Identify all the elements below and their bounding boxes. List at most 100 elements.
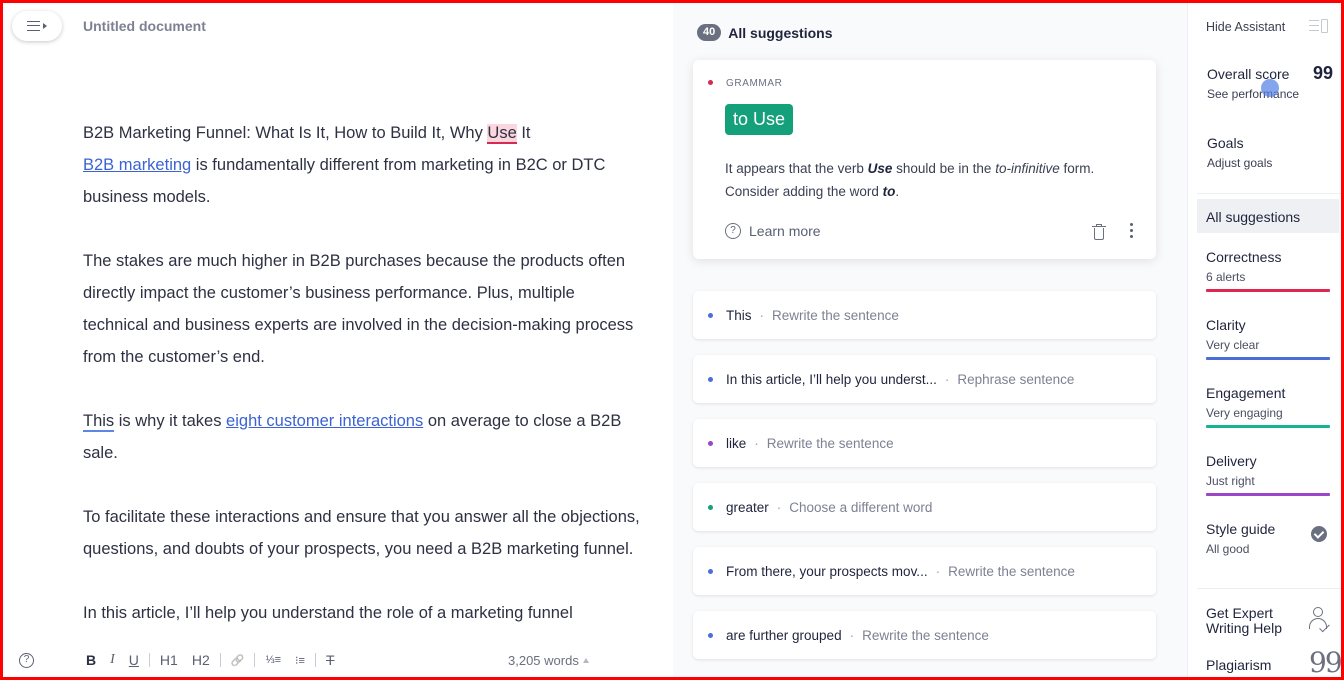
suggestion-item[interactable]: From there, your prospects mov... · Rewrit… (693, 547, 1156, 595)
accept-fix-button[interactable]: to Use (725, 104, 794, 135)
adjust-goals-link[interactable]: Adjust goals (1207, 156, 1272, 170)
category-dot (708, 440, 713, 446)
more-options-icon[interactable] (1130, 223, 1134, 238)
message-text: should be in the (892, 161, 996, 176)
panel-toggle-icon[interactable] (1309, 19, 1329, 33)
category-clarity[interactable]: Clarity Very clear (1206, 317, 1330, 360)
check-circle-icon (1311, 526, 1327, 542)
message-add-word: to (882, 184, 896, 199)
category-style-guide[interactable]: Style guide All good (1206, 521, 1330, 556)
mouse-cursor-indicator (1261, 79, 1279, 97)
caret-right-icon (43, 23, 47, 29)
suggestion-hint: Rewrite the sentence (766, 435, 894, 451)
category-bar (1206, 289, 1330, 292)
suggestions-pane: 40 All suggestions GRAMMAR to Use It app… (673, 3, 1187, 677)
editor-pane: Untitled document B2B Marketing Funnel: … (3, 3, 673, 677)
suggestion-item[interactable]: In this article, I’ll help you underst..… (693, 355, 1156, 403)
category-bar (1206, 493, 1330, 496)
italic-button[interactable]: I (103, 652, 122, 668)
category-dot (708, 632, 713, 638)
document-title[interactable]: Untitled document (83, 18, 206, 34)
paragraph[interactable]: To facilitate these interactions and ens… (83, 501, 643, 565)
plagiarism-quote-icon[interactable]: 99 (1309, 649, 1341, 677)
suggestion-item[interactable]: greater · Choose a different word (693, 483, 1156, 531)
divider (1197, 588, 1341, 589)
separator: · (935, 563, 941, 579)
document-body[interactable]: B2B Marketing Funnel: What Is It, How to… (83, 117, 643, 661)
link-eight-customer-interactions[interactable]: eight customer interactions (226, 412, 423, 430)
category-label: Delivery (1206, 453, 1257, 469)
active-suggestion-card[interactable]: GRAMMAR to Use It appears that the verb … (693, 60, 1156, 259)
separator: · (849, 627, 855, 643)
help-icon[interactable]: ? (19, 653, 34, 668)
learn-more-label: Learn more (749, 223, 821, 239)
expert-person-icon[interactable] (1309, 607, 1333, 633)
question-icon: ? (725, 223, 741, 239)
suggestion-list: This · Rewrite the sentence In this article… (693, 291, 1156, 675)
menu-button[interactable] (12, 11, 62, 41)
suggestions-title: All suggestions (728, 24, 833, 41)
heading2-button[interactable]: H2 (185, 652, 217, 668)
plagiarism-button[interactable]: Plagiarism (1206, 657, 1271, 673)
goals[interactable]: Goals Adjust goals (1207, 135, 1272, 170)
format-toolbar: ? B I U H1 H2 🔗 ⅓≡ ⁝≡ T 3,205 words (3, 645, 673, 677)
suggestion-item[interactable]: like · Rewrite the sentence (693, 419, 1156, 467)
text-segment: is why it takes (114, 412, 227, 430)
word-count[interactable]: 3,205 words (508, 653, 589, 668)
bold-button[interactable]: B (79, 652, 103, 668)
suggestion-item[interactable]: are further grouped · Rewrite the sentence (693, 611, 1156, 659)
separator: · (944, 371, 950, 387)
ordered-list-icon[interactable]: ⅓≡ (258, 654, 288, 666)
suggestion-item[interactable]: This · Rewrite the sentence (693, 291, 1156, 339)
category-correctness[interactable]: Correctness 6 alerts (1206, 249, 1330, 292)
suggestion-hint: Rewrite the sentence (862, 627, 989, 643)
paragraph[interactable]: The stakes are much higher in B2B purcha… (83, 245, 643, 373)
suggestion-word: like (726, 435, 747, 451)
suggestion-word: This (726, 307, 752, 323)
link-b2b-marketing[interactable]: B2B marketing (83, 156, 191, 174)
text-segment: B2B Marketing Funnel: What Is It, How to… (83, 124, 488, 142)
clarity-mark-this[interactable]: This (83, 412, 115, 432)
suggestion-hint: Rewrite the sentence (948, 563, 1075, 579)
caret-up-icon (582, 658, 589, 663)
divider (314, 653, 316, 667)
clear-format-icon[interactable]: T (319, 652, 342, 668)
heading1-button[interactable]: H1 (153, 652, 185, 668)
paragraph-partial[interactable]: In this article, I’ll help you understan… (83, 597, 643, 629)
divider (254, 653, 256, 667)
assistant-sidebar: Hide Assistant Overall score 99 See perf… (1187, 3, 1341, 677)
message-word: Use (867, 161, 893, 176)
menu-icon (27, 21, 40, 31)
category-delivery[interactable]: Delivery Just right (1206, 453, 1330, 496)
category-status: Very engaging (1206, 406, 1283, 420)
category-status: Very clear (1206, 338, 1260, 352)
category-label: Clarity (1206, 317, 1246, 333)
grammar-mark-use[interactable]: Use (487, 124, 517, 144)
category-dot (708, 312, 713, 318)
message-text: . (895, 184, 900, 199)
format-buttons: B I U H1 H2 🔗 ⅓≡ ⁝≡ T (79, 652, 342, 668)
category-bar (1206, 357, 1330, 360)
category-dot (708, 504, 713, 510)
underline-button[interactable]: U (122, 652, 146, 668)
suggestion-hint: Rewrite the sentence (772, 307, 899, 323)
divider (1197, 193, 1341, 194)
all-suggestions-tab[interactable]: All suggestions (1197, 199, 1339, 233)
divider (148, 653, 150, 667)
suggestion-category: GRAMMAR (726, 78, 783, 89)
expert-help-button[interactable]: Get Expert Writing Help (1206, 606, 1282, 636)
learn-more-link[interactable]: ? Learn more (725, 223, 821, 239)
category-status: Just right (1206, 474, 1255, 488)
category-dot (708, 568, 713, 574)
suggestion-count-badge: 40 (697, 24, 722, 41)
paragraph[interactable]: This is why it takes eight customer inte… (83, 405, 643, 469)
trash-icon[interactable] (1092, 224, 1106, 240)
link-icon[interactable]: 🔗 (224, 654, 252, 667)
suggestions-header: 40 All suggestions (697, 24, 832, 41)
paragraph[interactable]: B2B Marketing Funnel: What Is It, How to… (83, 117, 643, 213)
bullet-list-icon[interactable]: ⁝≡ (288, 654, 312, 667)
message-text: It appears that the verb (725, 161, 868, 176)
category-engagement[interactable]: Engagement Very engaging (1206, 385, 1330, 428)
hide-assistant-button[interactable]: Hide Assistant (1206, 20, 1285, 34)
expert-help-label: Writing Help (1206, 620, 1282, 636)
